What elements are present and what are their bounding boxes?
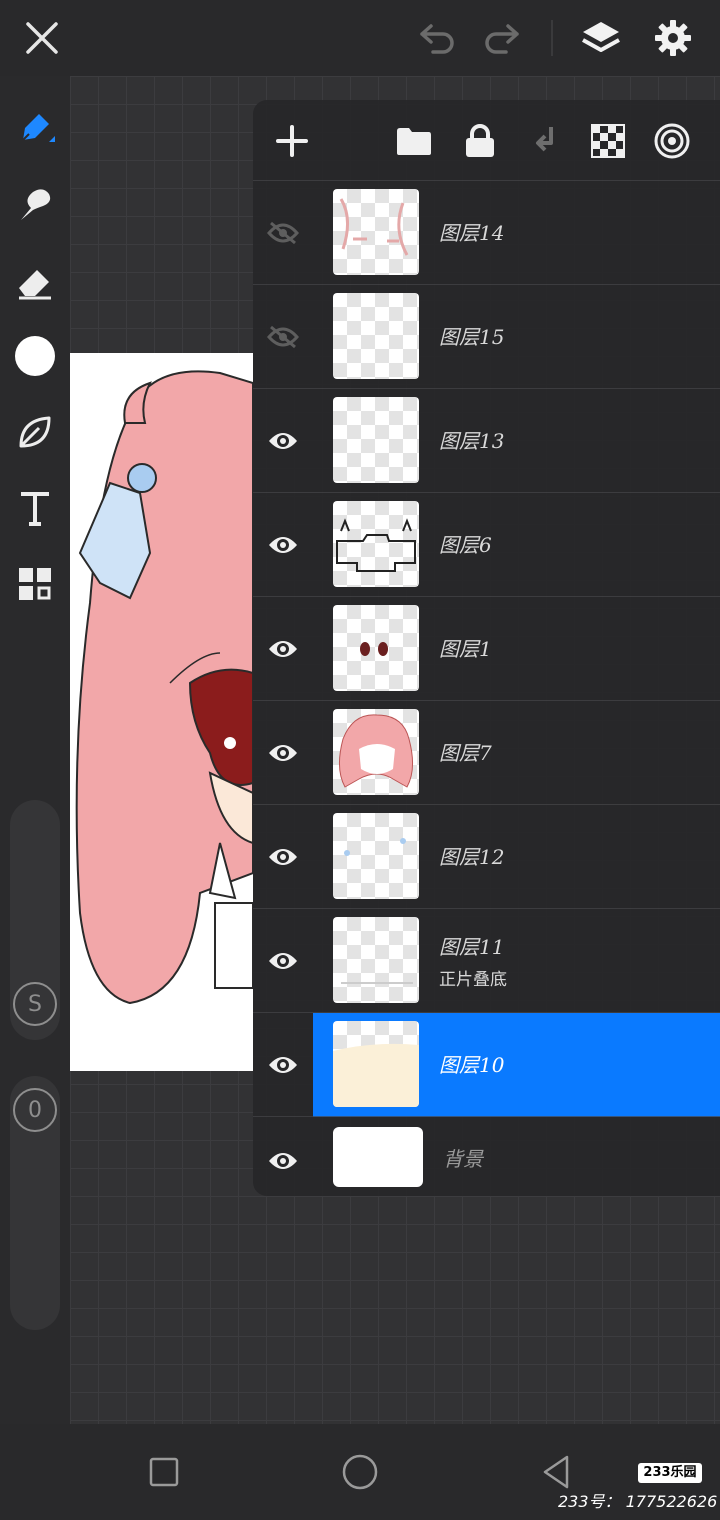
toolbar-divider: [551, 20, 553, 56]
layer-row-selected[interactable]: 图层10: [253, 1012, 720, 1117]
undo-icon[interactable]: [413, 14, 461, 62]
recent-apps-icon[interactable]: [140, 1448, 188, 1496]
layer-thumbnail: [333, 293, 419, 379]
eye-visible-icon[interactable]: [259, 521, 307, 569]
blend-mode-icon[interactable]: [648, 117, 696, 165]
layer-name: 图层1: [439, 637, 492, 661]
layer-row[interactable]: 图层14: [253, 180, 720, 284]
layer-thumbnail: [333, 189, 419, 275]
lock-layer-icon[interactable]: [456, 117, 504, 165]
layer-name: 图层11: [439, 935, 505, 959]
transparency-checker-icon[interactable]: [584, 117, 632, 165]
layer-thumbnail: [333, 501, 419, 587]
left-toolbar: S 0: [0, 76, 70, 1424]
eye-hidden-icon[interactable]: [259, 313, 307, 361]
layer-thumbnail: [333, 1021, 419, 1107]
watermark-logo: 233乐园: [638, 1463, 702, 1483]
layer-name: 图层14: [439, 221, 505, 245]
folder-icon[interactable]: [390, 117, 438, 165]
layer-thumbnail: [333, 813, 419, 899]
layer-name: 图层13: [439, 429, 505, 453]
eye-visible-icon[interactable]: [259, 833, 307, 881]
layer-name: 图层7: [439, 741, 492, 765]
layer-name: 图层15: [439, 325, 505, 349]
eye-visible-icon[interactable]: [259, 729, 307, 777]
layer-name: 背景: [443, 1147, 483, 1171]
merge-down-icon[interactable]: [520, 117, 568, 165]
layers-icon[interactable]: [577, 14, 625, 62]
layer-name: 图层6: [439, 533, 492, 557]
text-tool-icon[interactable]: [11, 484, 59, 532]
eye-visible-icon[interactable]: [259, 625, 307, 673]
eraser-icon[interactable]: [11, 258, 59, 306]
eye-hidden-icon[interactable]: [259, 209, 307, 257]
layer-thumbnail: [333, 605, 419, 691]
eye-visible-icon[interactable]: [259, 1137, 307, 1185]
layer-row[interactable]: 图层7: [253, 700, 720, 804]
layer-name: 图层10: [439, 1053, 505, 1077]
select-lasso-icon[interactable]: [11, 408, 59, 456]
layer-row[interactable]: 图层12: [253, 804, 720, 908]
layers-panel: 图层14 图层15 图层13 图层6 图层1 图层7 图层12 图层11 正片叠…: [253, 100, 720, 1196]
home-icon[interactable]: [336, 1448, 384, 1496]
top-bar: [0, 0, 720, 76]
eye-visible-icon[interactable]: [259, 937, 307, 985]
layer-thumbnail: [333, 709, 419, 795]
redo-icon[interactable]: [478, 14, 526, 62]
eye-visible-icon[interactable]: [259, 417, 307, 465]
layer-row[interactable]: 图层13: [253, 388, 720, 492]
layer-blend-mode: 正片叠底: [439, 970, 507, 990]
opacity-value-badge[interactable]: 0: [13, 1088, 57, 1132]
artwork-canvas[interactable]: [70, 353, 253, 1071]
color-picker-swatch[interactable]: [11, 332, 59, 380]
close-icon[interactable]: [18, 14, 66, 62]
layer-thumbnail: [333, 397, 419, 483]
watermark-text: 233号： 177522626: [558, 1492, 718, 1511]
layer-row[interactable]: 图层15: [253, 284, 720, 388]
add-layer-icon[interactable]: [268, 117, 316, 165]
layer-row-background[interactable]: 背景: [253, 1116, 720, 1204]
layer-row[interactable]: 图层6: [253, 492, 720, 596]
settings-gear-icon[interactable]: [649, 14, 697, 62]
background-thumbnail: [333, 1127, 423, 1187]
layers-toolbar: [253, 100, 720, 182]
brush-pen-icon[interactable]: [11, 104, 59, 152]
gallery-grid-icon[interactable]: [11, 560, 59, 608]
layer-name: 图层12: [439, 845, 505, 869]
layer-thumbnail: [333, 917, 419, 1003]
layer-row[interactable]: 图层11 正片叠底: [253, 908, 720, 1012]
smudge-finger-icon[interactable]: [11, 180, 59, 228]
layer-row[interactable]: 图层1: [253, 596, 720, 700]
eye-visible-icon[interactable]: [259, 1041, 307, 1089]
brush-size-badge[interactable]: S: [13, 982, 57, 1026]
